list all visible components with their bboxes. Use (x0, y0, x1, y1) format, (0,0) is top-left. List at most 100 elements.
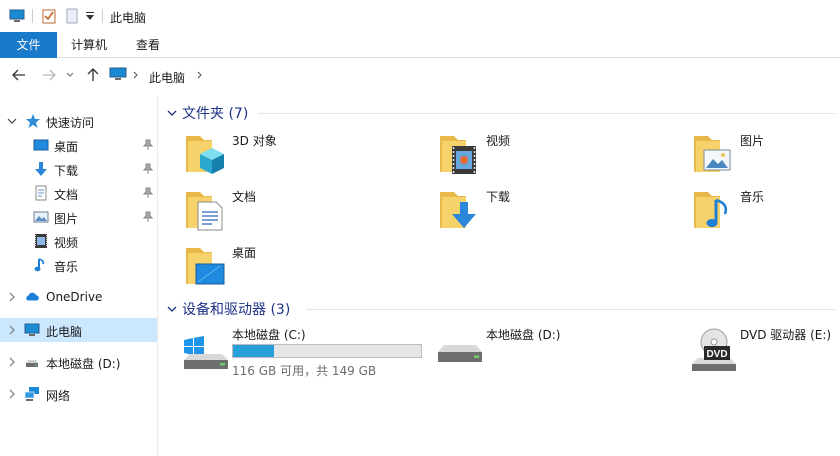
sidebar-item-music[interactable]: 音乐 (0, 253, 157, 277)
chevron-down-icon[interactable] (7, 115, 17, 127)
quick-access-separator (32, 9, 33, 23)
section-header-folders[interactable]: 文件夹 (7) (166, 103, 836, 123)
chevron-down-icon[interactable] (166, 107, 178, 119)
music-icon (34, 258, 45, 272)
desktop-folder-icon (186, 248, 225, 285)
chevron-right-icon (133, 71, 138, 79)
music-folder-icon (694, 192, 728, 228)
sidebar-item-onedrive[interactable]: OneDrive (0, 285, 157, 309)
title-bar: 此电脑 (0, 0, 840, 32)
up-button[interactable] (84, 66, 102, 84)
video-folder-icon (440, 136, 476, 174)
folder-documents[interactable]: 文档 (182, 186, 422, 238)
sidebar-item-this-pc[interactable]: 此电脑 (0, 318, 157, 342)
drive-icon (26, 360, 38, 367)
sidebar-item-desktop[interactable]: 桌面 (0, 133, 157, 157)
section-divider (306, 309, 836, 310)
folder-name: 视频 (486, 134, 511, 148)
tab-computer[interactable]: 计算机 (58, 32, 120, 58)
sidebar-item-quick-access[interactable]: 快速访问 (0, 109, 157, 133)
chevron-right-icon[interactable] (197, 71, 203, 79)
pin-icon[interactable] (143, 139, 153, 151)
chevron-right-icon[interactable] (7, 291, 17, 303)
folder-name: 图片 (740, 134, 765, 148)
star-icon (26, 114, 40, 128)
pin-icon[interactable] (143, 187, 153, 199)
chevron-down-icon (66, 72, 74, 77)
pin-icon[interactable] (143, 163, 153, 175)
breadcrumb-this-pc[interactable]: 此电脑 (149, 69, 185, 86)
chevron-right-icon[interactable] (7, 356, 17, 368)
tab-view[interactable]: 查看 (124, 32, 172, 58)
folder-pictures[interactable]: 图片 (690, 130, 840, 182)
chevron-down-icon[interactable] (166, 303, 178, 315)
system-drive-icon (184, 336, 228, 369)
back-button[interactable] (10, 66, 28, 84)
sidebar-item-local-disk-d[interactable]: 本地磁盘 (D:) (0, 350, 157, 374)
tab-file[interactable]: 文件 (0, 32, 57, 58)
drive-name: 本地磁盘 (C:) (232, 328, 306, 342)
sidebar-item-documents[interactable]: 文档 (0, 181, 157, 205)
new-folder-icon[interactable] (64, 8, 80, 24)
sidebar-item-label: 网络 (46, 389, 71, 403)
sidebar-item-label: 桌面 (54, 140, 79, 154)
customize-toolbar-icon[interactable] (84, 8, 96, 24)
chevron-right-icon[interactable] (7, 388, 17, 400)
address-bar[interactable]: 此电脑 (104, 62, 840, 86)
sidebar-item-videos[interactable]: 视频 (0, 229, 157, 253)
drive-local-c[interactable]: 本地磁盘 (C:) 116 GB 可用，共 149 GB (182, 326, 422, 378)
arrow-left-icon (12, 69, 25, 81)
arrow-up-icon (87, 68, 99, 81)
picture-icon (33, 211, 49, 223)
folder-name: 音乐 (740, 190, 765, 204)
cloud-icon (26, 292, 39, 301)
title-separator (102, 9, 103, 23)
download-icon (35, 162, 47, 176)
download-folder-icon (440, 192, 476, 228)
drive-free-space: 116 GB 可用，共 149 GB (232, 364, 377, 378)
computer-icon[interactable] (8, 8, 26, 24)
properties-icon[interactable] (40, 8, 58, 24)
window-title: 此电脑 (110, 11, 147, 25)
folder-desktop[interactable]: 桌面 (182, 242, 422, 294)
video-icon (35, 234, 47, 248)
folder-videos[interactable]: 视频 (436, 130, 676, 182)
folder-name: 下载 (486, 190, 511, 204)
sidebar-item-label: 图片 (54, 212, 79, 226)
drive-name: 本地磁盘 (D:) (486, 328, 561, 342)
sidebar-item-label: 下载 (54, 164, 79, 178)
drive-local-d[interactable]: 本地磁盘 (D:) (436, 326, 636, 378)
desktop-icon (33, 139, 49, 151)
arrow-right-icon (43, 69, 56, 81)
network-icon (24, 387, 39, 401)
sidebar-item-pictures[interactable]: 图片 (0, 205, 157, 229)
picture-folder-icon (694, 136, 731, 172)
recent-locations-button[interactable] (64, 66, 76, 84)
folder-name: 3D 对象 (232, 134, 277, 148)
sidebar-item-label: 此电脑 (46, 325, 83, 339)
sidebar-item-downloads[interactable]: 下载 (0, 157, 157, 181)
dvd-drive-icon: DVD (692, 328, 736, 371)
drive-dvd-e[interactable]: DVD DVD 驱动器 (E:) (690, 326, 838, 378)
section-title: 设备和驱动器 (3) (182, 302, 291, 318)
forward-button[interactable] (40, 66, 58, 84)
folder-name: 文档 (232, 190, 257, 204)
drive-name: DVD 驱动器 (E:) (740, 328, 832, 342)
section-title: 文件夹 (7) (182, 106, 249, 122)
folder-name: 桌面 (232, 246, 257, 260)
computer-icon (24, 323, 40, 336)
drive-usage-bar (232, 344, 422, 358)
folder-downloads[interactable]: 下载 (436, 186, 676, 238)
sidebar-item-label: OneDrive (46, 290, 103, 304)
folder-3d-objects[interactable]: 3D 对象 (182, 130, 422, 182)
sidebar-item-label: 视频 (54, 236, 79, 250)
document-folder-icon (186, 192, 223, 231)
drive-usage-fill (233, 345, 275, 357)
pin-icon[interactable] (143, 211, 153, 223)
section-header-devices[interactable]: 设备和驱动器 (3) (166, 299, 836, 319)
sidebar-item-network[interactable]: 网络 (0, 382, 157, 406)
chevron-right-icon[interactable] (7, 324, 17, 336)
folder-music[interactable]: 音乐 (690, 186, 840, 238)
ribbon: 文件 计算机 查看 (0, 32, 840, 58)
sidebar-item-label: 快速访问 (46, 116, 95, 130)
